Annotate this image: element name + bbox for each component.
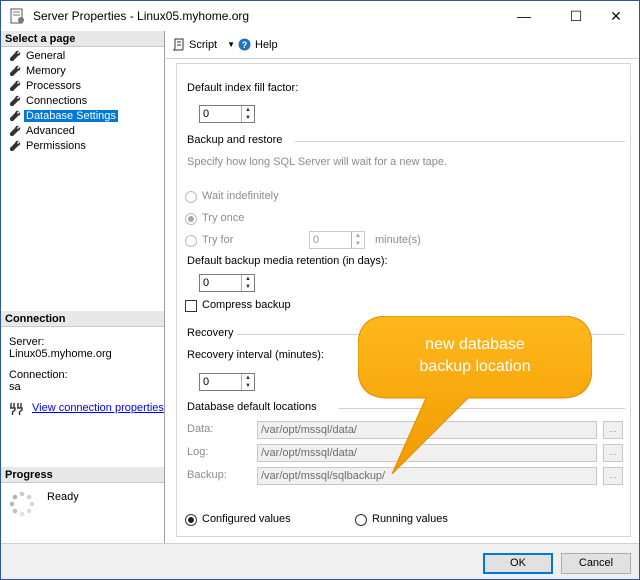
wait-indefinitely-radio[interactable] xyxy=(185,191,197,203)
svg-text:?: ? xyxy=(242,40,248,50)
sidebar-item-advanced[interactable]: Advanced xyxy=(9,123,77,138)
sidebar-item-processors[interactable]: Processors xyxy=(9,78,83,93)
script-button[interactable]: Script ▼ xyxy=(172,38,235,51)
help-button[interactable]: ? Help xyxy=(238,38,278,51)
connection-properties-icon xyxy=(10,403,23,415)
recovery-interval-spinner[interactable]: 0 ▲ ▼ xyxy=(199,373,255,391)
spin-down-icon[interactable]: ▼ xyxy=(242,114,254,122)
view-connection-properties-link[interactable]: View connection properties xyxy=(32,402,164,415)
spin-down-icon[interactable]: ▼ xyxy=(352,240,364,248)
recovery-header: Recovery xyxy=(187,327,234,339)
progress-status: Ready xyxy=(47,491,79,503)
group-divider xyxy=(295,141,625,142)
sidebar-item-connections[interactable]: Connections xyxy=(9,93,89,108)
running-values-label: Running values xyxy=(372,513,448,525)
spin-up-icon[interactable]: ▲ xyxy=(242,374,254,382)
help-icon: ? xyxy=(238,38,251,51)
wrench-icon xyxy=(10,140,21,151)
compress-backup-label: Compress backup xyxy=(202,299,291,311)
spin-down-icon[interactable]: ▼ xyxy=(242,382,254,390)
sidebar-item-database-settings[interactable]: Database Settings xyxy=(9,108,118,123)
server-properties-icon xyxy=(10,8,24,24)
wait-indefinitely-label: Wait indefinitely xyxy=(202,190,279,202)
tape-wait-description: Specify how long SQL Server will wait fo… xyxy=(187,156,448,168)
data-label: Data: xyxy=(187,423,214,435)
fill-factor-label: Default index fill factor: xyxy=(187,82,299,94)
wrench-icon xyxy=(10,50,21,61)
spin-up-icon[interactable]: ▲ xyxy=(242,106,254,114)
wrench-icon xyxy=(10,65,21,76)
spin-up-icon[interactable]: ▲ xyxy=(352,232,364,240)
try-once-label: Try once xyxy=(202,212,245,224)
script-icon xyxy=(172,38,184,51)
retention-label: Default backup media retention (in days)… xyxy=(187,255,388,267)
try-for-label: Try for xyxy=(202,234,234,246)
configured-values-radio[interactable] xyxy=(185,514,197,526)
spin-up-icon[interactable]: ▲ xyxy=(242,275,254,283)
sidebar-item-permissions[interactable]: Permissions xyxy=(9,138,88,153)
try-for-unit: minute(s) xyxy=(375,234,421,246)
log-browse-button[interactable]: ... xyxy=(603,444,623,462)
connection-header: Connection xyxy=(1,311,164,327)
running-values-radio[interactable] xyxy=(355,514,367,526)
title-bar[interactable]: Server Properties - Linux05.myhome.org —… xyxy=(1,1,639,31)
close-button[interactable]: ✕ xyxy=(593,1,639,31)
compress-backup-checkbox[interactable] xyxy=(185,300,197,312)
try-for-spinner[interactable]: 0 ▲ ▼ xyxy=(309,231,365,249)
sidebar-item-general[interactable]: General xyxy=(9,48,67,63)
dialog-footer: OK Cancel xyxy=(1,543,639,579)
retention-spinner[interactable]: 0 ▲ ▼ xyxy=(199,274,255,292)
toolbar: Script ▼ ? Help xyxy=(166,31,639,59)
connection-value: sa xyxy=(9,381,21,393)
progress-spinner-icon xyxy=(9,491,35,517)
callout-text: new database backup location xyxy=(419,336,531,375)
server-properties-window: Server Properties - Linux05.myhome.org —… xyxy=(0,0,640,580)
backup-restore-header: Backup and restore xyxy=(187,134,283,146)
wrench-icon xyxy=(10,95,21,106)
cancel-button[interactable]: Cancel xyxy=(561,553,631,574)
backup-browse-button[interactable]: ... xyxy=(603,467,623,485)
select-page-header: Select a page xyxy=(1,31,164,47)
left-pane: Select a page General Memory Processors … xyxy=(1,31,165,543)
try-for-radio[interactable] xyxy=(185,235,197,247)
configured-values-label: Configured values xyxy=(202,513,291,525)
wrench-icon xyxy=(10,80,21,91)
log-label: Log: xyxy=(187,446,209,458)
data-browse-button[interactable]: ... xyxy=(603,421,623,439)
script-dropdown-chevron-icon[interactable]: ▼ xyxy=(227,40,235,49)
progress-header: Progress xyxy=(1,467,164,483)
spin-down-icon[interactable]: ▼ xyxy=(242,283,254,291)
fill-factor-spinner[interactable]: 0 ▲ ▼ xyxy=(199,105,255,123)
wrench-icon xyxy=(10,125,21,136)
default-locations-header: Database default locations xyxy=(187,401,317,413)
server-value: Linux05.myhome.org xyxy=(9,348,112,360)
backup-label: Backup: xyxy=(187,469,227,481)
minimize-button[interactable]: — xyxy=(501,1,547,31)
window-title: Server Properties - Linux05.myhome.org xyxy=(33,9,250,23)
wrench-icon xyxy=(10,110,21,121)
ok-button[interactable]: OK xyxy=(483,553,553,574)
try-once-radio[interactable] xyxy=(185,213,197,225)
recovery-interval-label: Recovery interval (minutes): xyxy=(187,349,324,361)
sidebar-item-memory[interactable]: Memory xyxy=(9,63,68,78)
